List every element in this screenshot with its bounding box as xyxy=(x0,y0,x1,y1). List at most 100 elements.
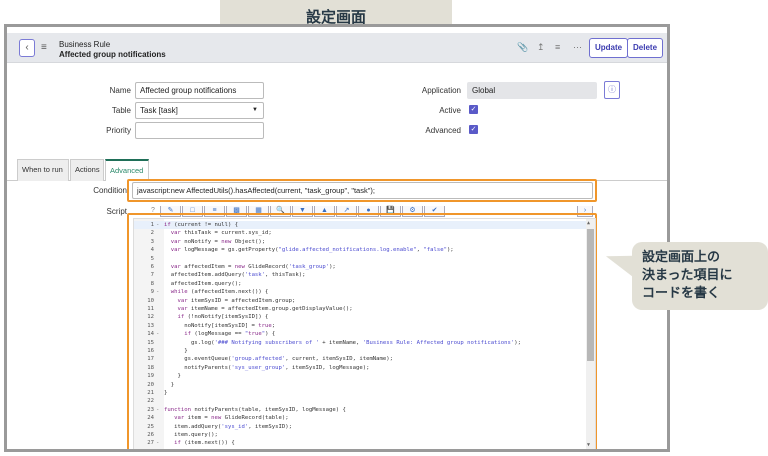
line-number: 13 xyxy=(147,322,154,329)
name-label: Name xyxy=(109,86,131,95)
fold-icon[interactable]: - xyxy=(156,406,164,414)
fold-icon[interactable] xyxy=(156,322,164,330)
code-line[interactable]: 5 xyxy=(134,255,588,263)
name-field[interactable]: Affected group notifications xyxy=(135,82,264,99)
scrollbar-thumb[interactable] xyxy=(587,229,594,361)
code-line[interactable]: 8 affectedItem.query(); xyxy=(134,280,588,288)
table-select[interactable]: Task [task] ▼ xyxy=(135,102,264,119)
fold-icon[interactable]: - xyxy=(156,330,164,338)
fold-icon[interactable]: - xyxy=(156,221,164,229)
code-line[interactable]: 25 item.addQuery('sys_id', itemSysID); xyxy=(134,423,588,431)
code-line[interactable]: 15 gs.log('### Notifying subscribers of … xyxy=(134,339,588,347)
code-line[interactable]: 23- function notifyParents(table, itemSys… xyxy=(134,406,588,414)
fold-icon[interactable] xyxy=(156,355,164,363)
priority-field[interactable] xyxy=(135,122,264,139)
paperclip-icon[interactable]: 📎 xyxy=(517,42,528,53)
line-number: 17 xyxy=(147,356,154,363)
fold-icon[interactable] xyxy=(156,381,164,389)
fold-icon[interactable] xyxy=(156,297,164,305)
fold-icon[interactable] xyxy=(156,263,164,271)
active-checkbox[interactable]: ✓ xyxy=(469,105,478,114)
application-label: Application xyxy=(421,86,461,95)
code-line[interactable]: 12 if (!noNotify[itemSysID]) { xyxy=(134,313,588,321)
code-line[interactable]: 19 } xyxy=(134,372,588,380)
code-line[interactable]: 4 var logMessage = gs.getProperty("glide… xyxy=(134,246,588,254)
sliders-icon[interactable]: ≡ xyxy=(555,42,560,52)
fold-icon[interactable] xyxy=(156,339,164,347)
table-value: Task [task] xyxy=(140,106,178,115)
hamburger-menu-icon[interactable]: ≡ xyxy=(41,42,47,53)
code-line[interactable]: 9- while (affectedItem.next()) { xyxy=(134,288,588,296)
fold-icon[interactable] xyxy=(156,271,164,279)
callout-line: 決まった項目に xyxy=(642,267,733,282)
code-line[interactable]: 1- if (current != null) { xyxy=(134,221,588,230)
code-line[interactable]: 6 var affectedItem = new GlideRecord('ta… xyxy=(134,263,588,271)
condition-label: Condition xyxy=(93,186,127,195)
fold-icon[interactable] xyxy=(156,347,164,355)
info-icon[interactable]: ⓘ xyxy=(604,81,620,99)
code-line[interactable]: 27- if (item.next()) { xyxy=(134,439,588,447)
code-line[interactable]: 7 affectedItem.addQuery('task', thisTask… xyxy=(134,271,588,279)
fold-icon[interactable] xyxy=(156,238,164,246)
line-number: 4 xyxy=(150,247,154,254)
code-line[interactable]: 16 } xyxy=(134,347,588,355)
line-number: 8 xyxy=(150,280,154,287)
fold-icon[interactable] xyxy=(156,397,164,405)
back-button[interactable]: ‹ xyxy=(19,39,35,57)
fold-icon[interactable] xyxy=(156,229,164,237)
application-field: Global xyxy=(467,82,597,99)
annotation-callout: 設定画面上の 決まった項目に コードを書く xyxy=(632,242,768,310)
delete-button[interactable]: Delete xyxy=(627,38,664,58)
more-icon[interactable]: ⋯ xyxy=(573,42,582,53)
fold-icon[interactable] xyxy=(156,364,164,372)
code-line[interactable]: 11 var itemName = affectedItem.group.get… xyxy=(134,305,588,313)
script-editor[interactable]: 1- if (current != null) {2 var thisTask =… xyxy=(133,218,596,449)
fold-icon[interactable] xyxy=(156,414,164,422)
line-number: 9 xyxy=(150,289,154,296)
line-number: 19 xyxy=(147,373,154,380)
line-number: 25 xyxy=(147,423,154,430)
script-label: Script xyxy=(106,207,127,216)
tab-advanced[interactable]: Advanced xyxy=(105,159,149,181)
line-number: 10 xyxy=(147,297,154,304)
code-line[interactable]: 17 gs.eventQueue('group.affected', curre… xyxy=(134,355,588,363)
code-line[interactable]: 26 item.query(); xyxy=(134,431,588,439)
fold-icon[interactable] xyxy=(156,305,164,313)
line-number: 7 xyxy=(150,272,154,279)
line-number: 23 xyxy=(147,406,154,413)
scroll-down-icon[interactable]: ▼ xyxy=(587,442,590,448)
code-line[interactable]: 22 xyxy=(134,397,588,405)
fold-icon[interactable]: - xyxy=(156,288,164,296)
code-line[interactable]: 3 var noNotify = new Object(); xyxy=(134,238,588,246)
fold-icon[interactable] xyxy=(156,313,164,321)
editor-scrollbar[interactable]: ▲ ▼ xyxy=(586,219,595,449)
scroll-up-icon[interactable]: ▲ xyxy=(587,220,590,226)
fold-icon[interactable] xyxy=(156,246,164,254)
code-line[interactable]: 20 } xyxy=(134,381,588,389)
tab-when-to-run[interactable]: When to run xyxy=(17,159,69,181)
code-line[interactable]: 10 var itemSysID = affectedItem.group; xyxy=(134,297,588,305)
line-number: 3 xyxy=(150,238,154,245)
tab-actions[interactable]: Actions xyxy=(70,159,104,181)
line-number: 22 xyxy=(147,398,154,405)
code-line[interactable]: 2 var thisTask = current.sys_id; xyxy=(134,229,588,237)
active-label: Active xyxy=(439,106,461,115)
condition-field[interactable]: javascript:new AffectedUtils().hasAffect… xyxy=(132,182,593,199)
code-line[interactable]: 24 var item = new GlideRecord(table); xyxy=(134,414,588,422)
fold-icon[interactable] xyxy=(156,431,164,439)
fold-icon[interactable] xyxy=(156,389,164,397)
fold-icon[interactable] xyxy=(156,255,164,263)
fold-icon[interactable]: - xyxy=(156,439,164,447)
callout-line: コードを書く xyxy=(642,285,721,300)
fold-icon[interactable] xyxy=(156,280,164,288)
code-line[interactable]: 14- if (logMessage == "true") { xyxy=(134,330,588,338)
code-line[interactable]: 18 notifyParents('sys_user_group', itemS… xyxy=(134,364,588,372)
code-line[interactable]: 13 noNotify[itemSysID] = true; xyxy=(134,322,588,330)
activity-icon[interactable]: ↥ xyxy=(537,42,545,53)
advanced-checkbox[interactable]: ✓ xyxy=(469,125,478,134)
code-line[interactable]: 21 } xyxy=(134,389,588,397)
update-button[interactable]: Update xyxy=(589,38,629,58)
fold-icon[interactable] xyxy=(156,423,164,431)
fold-icon[interactable] xyxy=(156,372,164,380)
line-number: 26 xyxy=(147,432,154,438)
